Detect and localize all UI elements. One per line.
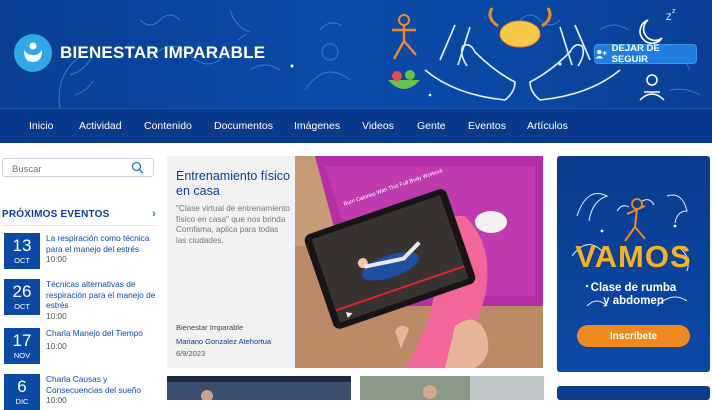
event-time: 10:00 bbox=[46, 311, 67, 321]
featured-photo bbox=[295, 156, 543, 368]
promo-subtitle-line: Clase de rumba bbox=[590, 282, 677, 294]
yoga-figure-icon bbox=[392, 14, 417, 60]
featured-source: Bienestar Imparable bbox=[176, 323, 244, 332]
nav-item-articulos[interactable]: Artículos bbox=[527, 120, 568, 132]
featured-quote: "Clase virtual de entrenamiento físico e… bbox=[176, 204, 290, 245]
event-month: NOV bbox=[13, 351, 31, 360]
event-time: 10:00 bbox=[46, 341, 67, 351]
event-date-badge: 13 OCT bbox=[4, 233, 40, 269]
event-month: OCT bbox=[14, 302, 30, 311]
event-item[interactable]: 6 DIC Charla Causas y Consecuencias del … bbox=[2, 374, 158, 410]
event-title[interactable]: Técnicas alternativas de respiración par… bbox=[46, 279, 158, 311]
nav-item-videos[interactable]: Videos bbox=[362, 120, 394, 132]
featured-title[interactable]: Entrenamiento físico en casa bbox=[176, 169, 291, 198]
event-date-badge: 6 DIC bbox=[4, 374, 40, 410]
site-logo[interactable] bbox=[14, 34, 52, 72]
event-month: OCT bbox=[14, 256, 30, 265]
nav-item-gente[interactable]: Gente bbox=[417, 120, 446, 132]
event-item[interactable]: 26 OCT Técnicas alternativas de respirac… bbox=[2, 279, 156, 321]
event-time: 10:00 bbox=[46, 395, 67, 405]
event-item[interactable]: 13 OCT La respiración como técnica para … bbox=[2, 233, 156, 273]
promo-headline: VAMOS bbox=[575, 239, 692, 274]
brain-icon bbox=[488, 7, 552, 48]
user-add-icon bbox=[595, 49, 607, 59]
nav-item-documentos[interactable]: Documentos bbox=[214, 120, 273, 132]
meditation-person-icon bbox=[639, 74, 665, 101]
main-nav: Inicio Actividad Contenido Documentos Im… bbox=[0, 108, 712, 143]
event-title[interactable]: Charla Manejo del Tiempo bbox=[46, 328, 158, 339]
divider bbox=[2, 225, 156, 226]
unfollow-button[interactable]: DEJAR DE SEGUIR bbox=[594, 43, 697, 65]
nav-item-contenido[interactable]: Contenido bbox=[144, 120, 192, 132]
nav-item-inicio[interactable]: Inicio bbox=[29, 120, 54, 132]
featured-author[interactable]: Mariano Gonzalez Atehortua bbox=[176, 337, 271, 346]
nav-item-imagenes[interactable]: Imágenes bbox=[294, 120, 340, 132]
promo-card[interactable] bbox=[557, 386, 710, 400]
sleep-moon-icon: Z z bbox=[639, 8, 676, 45]
unfollow-label: DEJAR DE SEGUIR bbox=[611, 43, 660, 65]
promo-subtitle-line: y abdomen bbox=[603, 295, 664, 307]
event-day: 26 bbox=[12, 282, 32, 301]
header-banner: Z z BIENESTAR IMPARABLE DEJAR DE SEGUIR bbox=[0, 0, 712, 108]
search-box bbox=[2, 158, 154, 178]
nav-item-eventos[interactable]: Eventos bbox=[468, 120, 506, 132]
signup-button[interactable]: Inscríbete bbox=[577, 325, 690, 347]
svg-text:z: z bbox=[672, 8, 676, 15]
promo-subtitle: Clase de rumba y abdomen bbox=[557, 282, 710, 308]
featured-text-panel: Entrenamiento físico en casa "Clase virt… bbox=[167, 156, 295, 368]
featured-date: 6/9/2023 bbox=[176, 349, 206, 358]
chevron-right-icon[interactable]: › bbox=[152, 208, 156, 220]
wellbeing-logo-icon bbox=[24, 42, 42, 62]
event-month: DIC bbox=[15, 397, 29, 406]
event-date-badge: 17 NOV bbox=[4, 328, 40, 364]
event-item[interactable]: 17 NOV Charla Manejo del Tiempo 10:00 bbox=[2, 328, 156, 366]
featured-article[interactable]: Entrenamiento físico en casa "Clase virt… bbox=[167, 156, 543, 368]
event-day: 6 bbox=[17, 377, 27, 396]
event-title[interactable]: Charla Causas y Consecuencias del sueño bbox=[46, 374, 158, 395]
tablet-workout-photo bbox=[295, 156, 543, 368]
nav-item-actividad[interactable]: Actividad bbox=[79, 120, 122, 132]
upcoming-events-title: PRÓXIMOS EVENTOS bbox=[2, 209, 110, 220]
event-time: 10:00 bbox=[46, 254, 67, 264]
site-title[interactable]: BIENESTAR IMPARABLE bbox=[60, 43, 265, 63]
event-title[interactable]: La respiración como técnica para el mane… bbox=[46, 233, 158, 254]
search-icon[interactable] bbox=[131, 161, 144, 174]
upcoming-events-heading[interactable]: PRÓXIMOS EVENTOS › bbox=[2, 208, 156, 222]
event-day: 13 bbox=[12, 236, 32, 255]
event-day: 17 bbox=[12, 331, 32, 350]
article-card[interactable] bbox=[360, 376, 544, 400]
search-input[interactable] bbox=[3, 161, 123, 178]
article-card-photo bbox=[360, 376, 544, 400]
article-card[interactable] bbox=[167, 376, 351, 400]
event-date-badge: 26 OCT bbox=[4, 279, 40, 315]
salad-bowl-icon bbox=[388, 70, 420, 89]
dancer-icon bbox=[624, 198, 646, 242]
article-card-photo bbox=[167, 376, 351, 400]
